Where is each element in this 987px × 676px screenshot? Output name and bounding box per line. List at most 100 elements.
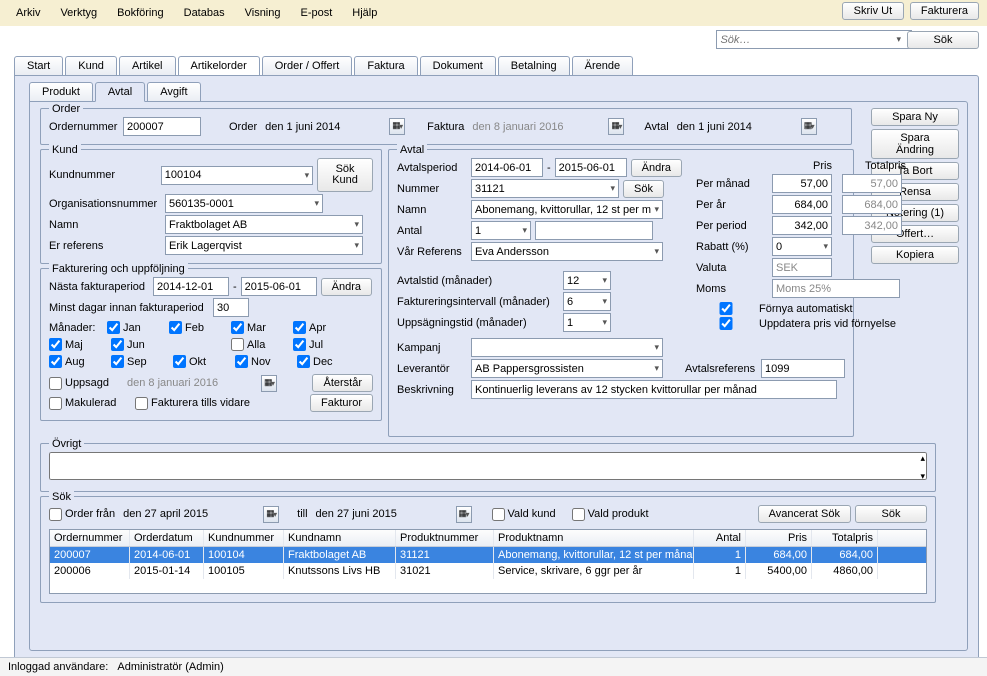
avtalsref-input[interactable] — [761, 359, 845, 378]
ovrigt-textarea[interactable] — [49, 452, 927, 480]
month-jun[interactable]: Jun — [111, 338, 169, 351]
perperiod-input[interactable] — [772, 216, 832, 235]
month-feb[interactable]: Feb — [169, 321, 227, 334]
fakturor-button[interactable]: Fakturor — [310, 394, 373, 412]
month-jul[interactable]: Jul — [293, 338, 351, 351]
tab-betalning[interactable]: Betalning — [498, 56, 570, 75]
upps-combo[interactable]: 1 — [563, 313, 611, 332]
calendar-icon[interactable] — [801, 118, 817, 135]
menu-databas[interactable]: Databas — [174, 3, 235, 23]
valdprodukt-check[interactable]: Vald produkt — [572, 508, 649, 521]
period-to[interactable] — [555, 158, 627, 177]
permanad-input[interactable] — [772, 174, 832, 193]
avtalstid-combo[interactable]: 12 — [563, 271, 611, 290]
uppsagd-check[interactable]: Uppsagd — [49, 377, 123, 390]
nr-combo[interactable]: 31121 — [471, 179, 619, 198]
tab-kund[interactable]: Kund — [65, 56, 117, 75]
menu-epost[interactable]: E-post — [291, 3, 343, 23]
subtab-avgift[interactable]: Avgift — [147, 82, 200, 102]
andra-button[interactable]: Ändra — [321, 278, 372, 296]
global-search-button[interactable]: Sök — [907, 31, 979, 49]
print-button[interactable]: Skriv Ut — [842, 2, 904, 20]
spara-andring-button[interactable]: Spara Ändring — [871, 129, 959, 159]
nasta-to[interactable] — [241, 277, 317, 296]
tab-artikel[interactable]: Artikel — [119, 56, 176, 75]
invoice-button[interactable]: Fakturera — [910, 2, 979, 20]
month-alla[interactable]: Alla — [231, 338, 289, 351]
col-orderdatum[interactable]: Orderdatum — [130, 530, 204, 546]
nr-sok-button[interactable]: Sök — [623, 180, 664, 198]
col-produktnummer[interactable]: Produktnummer — [396, 530, 494, 546]
ordernr-input[interactable] — [123, 117, 201, 136]
minst-input[interactable] — [213, 298, 249, 317]
tab-dokument[interactable]: Dokument — [420, 56, 496, 75]
aterstar-button[interactable]: Återstår — [312, 374, 373, 392]
month-sep[interactable]: Sep — [111, 355, 169, 368]
nasta-from[interactable] — [153, 277, 229, 296]
period-from[interactable] — [471, 158, 543, 177]
month-apr[interactable]: Apr — [293, 321, 351, 334]
month-okt[interactable]: Okt — [173, 355, 231, 368]
avtal-namn-combo[interactable]: Abonemang, kvittorullar, 12 st per m — [471, 200, 663, 219]
orgnr-combo[interactable]: 560135-0001 — [165, 194, 323, 213]
month-aug[interactable]: Aug — [49, 355, 107, 368]
menu-hjalp[interactable]: Hjälp — [342, 3, 387, 23]
sok-button[interactable]: Sök — [855, 505, 927, 523]
varref-combo[interactable]: Eva Andersson — [471, 242, 663, 261]
month-dec[interactable]: Dec — [297, 355, 355, 368]
tillsvidare-check[interactable]: Fakturera tills vidare — [135, 397, 250, 410]
tab-start[interactable]: Start — [14, 56, 63, 75]
col-produktnamn[interactable]: Produktnamn — [494, 530, 694, 546]
scroll-up-icon[interactable]: ▴ — [920, 453, 925, 464]
col-ordernummer[interactable]: Ordernummer — [50, 530, 130, 546]
scroll-down-icon[interactable]: ▾ — [920, 471, 925, 482]
subtab-avtal[interactable]: Avtal — [95, 82, 145, 102]
menu-verktyg[interactable]: Verktyg — [50, 3, 107, 23]
month-nov[interactable]: Nov — [235, 355, 293, 368]
col-pris[interactable]: Pris — [746, 530, 812, 546]
tab-artikelorder[interactable]: Artikelorder — [178, 56, 260, 75]
antal-combo[interactable]: 1 — [471, 221, 531, 240]
month-mar[interactable]: Mar — [231, 321, 289, 334]
period-andra-button[interactable]: Ändra — [631, 159, 682, 177]
beskr-input[interactable] — [471, 380, 837, 399]
fornya-check[interactable]: Förnya automatiskt — [696, 302, 853, 315]
avancerat-sok-button[interactable]: Avancerat Sök — [758, 505, 851, 523]
col-antal[interactable]: Antal — [694, 530, 746, 546]
kund-ref-combo[interactable]: Erik Lagerqvist — [165, 236, 363, 255]
kund-namn-combo[interactable]: Fraktbolaget AB — [165, 215, 363, 234]
col-kundnummer[interactable]: Kundnummer — [204, 530, 284, 546]
global-search-input[interactable] — [716, 30, 912, 49]
table-row[interactable]: 2000072014-06-01100104Fraktbolaget AB311… — [50, 547, 926, 563]
month-maj[interactable]: Maj — [49, 338, 107, 351]
tab-faktura[interactable]: Faktura — [354, 56, 417, 75]
month-jan[interactable]: Jan — [107, 321, 165, 334]
table-row[interactable]: 2000062015-01-14100105Knutssons Livs HB3… — [50, 563, 926, 579]
kundnr-combo[interactable]: 100104 — [161, 166, 313, 185]
col-totalpris[interactable]: Totalpris — [812, 530, 878, 546]
calendar-icon[interactable] — [261, 375, 277, 392]
perar-input[interactable] — [772, 195, 832, 214]
lev-combo[interactable]: AB Pappersgrossisten — [471, 359, 663, 378]
rabatt-combo[interactable]: 0 — [772, 237, 832, 256]
menu-visning[interactable]: Visning — [235, 3, 291, 23]
calendar-icon[interactable] — [389, 118, 405, 135]
subtab-produkt[interactable]: Produkt — [29, 82, 93, 102]
menu-arkiv[interactable]: Arkiv — [6, 3, 50, 23]
chevron-down-icon[interactable]: ▾ — [896, 34, 901, 45]
col-kundnamn[interactable]: Kundnamn — [284, 530, 396, 546]
spara-ny-button[interactable]: Spara Ny — [871, 108, 959, 126]
tab-order-offert[interactable]: Order / Offert — [262, 56, 353, 75]
calendar-icon[interactable] — [608, 118, 624, 135]
calendar-icon[interactable] — [456, 506, 472, 523]
kampanj-combo[interactable] — [471, 338, 663, 357]
uppdatera-check[interactable]: Uppdatera pris vid förnyelse — [696, 317, 896, 330]
menu-bokforing[interactable]: Bokföring — [107, 3, 173, 23]
orderfran-check[interactable]: Order från — [49, 508, 115, 521]
tab-arende[interactable]: Ärende — [572, 56, 633, 75]
sok-kund-button[interactable]: Sök Kund — [317, 158, 373, 192]
makulerad-check[interactable]: Makulerad — [49, 397, 131, 410]
calendar-icon[interactable] — [263, 506, 279, 523]
interval-combo[interactable]: 6 — [563, 292, 611, 311]
valdkund-check[interactable]: Vald kund — [492, 508, 556, 521]
